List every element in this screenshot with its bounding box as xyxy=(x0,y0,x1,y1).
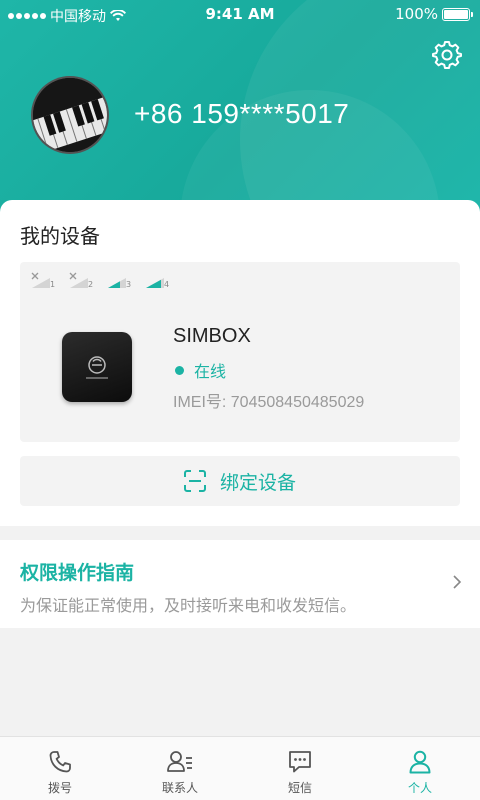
simbox-device-image xyxy=(62,332,132,402)
my-devices-card: 我的设备 1 2 3 4 SIMBOX 在线 IMEI号: 7045084504… xyxy=(0,200,480,526)
phone-number: +86 159****5017 xyxy=(134,98,350,129)
contacts-icon xyxy=(167,751,192,772)
device-name: SIMBOX xyxy=(173,325,251,347)
sim-slot-1-no-signal-icon: 1 xyxy=(30,272,56,290)
section-title: 我的设备 xyxy=(20,224,100,248)
tab-dial[interactable]: 拨号 xyxy=(0,737,120,800)
bind-device-button[interactable]: 绑定设备 xyxy=(20,456,460,506)
sim-slot-number: 2 xyxy=(88,280,94,289)
battery-percent: 100% xyxy=(395,5,438,23)
profile-header: 中国移动 9:41 AM 100% +86 159****5017 xyxy=(0,0,480,230)
device-panel[interactable]: 1 2 3 4 SIMBOX 在线 IMEI号: 704508450485029 xyxy=(20,262,460,442)
gear-icon xyxy=(432,41,462,69)
device-status: 在线 xyxy=(175,358,226,382)
sim-slot-3-signal-icon: 3 xyxy=(106,272,132,290)
phone-icon xyxy=(49,751,71,773)
piano-keys-image xyxy=(33,78,107,152)
sim-slot-number: 3 xyxy=(126,280,132,289)
tab-profile[interactable]: 个人 xyxy=(360,737,480,800)
battery-icon xyxy=(442,7,473,21)
chevron-right-icon xyxy=(453,575,462,589)
person-icon xyxy=(409,750,431,774)
device-status-label: 在线 xyxy=(194,362,227,381)
permission-guide-row[interactable]: 权限操作指南 为保证能正常使用，及时接听来电和收发短信。 xyxy=(0,540,480,628)
tab-label: 个人 xyxy=(407,781,432,795)
settings-button[interactable] xyxy=(432,40,462,70)
message-icon xyxy=(289,751,311,773)
tab-messages[interactable]: 短信 xyxy=(240,737,360,800)
avatar[interactable] xyxy=(31,76,109,154)
sim-signal-row: 1 2 3 4 xyxy=(30,272,170,290)
sim-slot-4-signal-icon: 4 xyxy=(144,272,170,290)
tab-bar: 拨号 联系人 短信 个人 xyxy=(0,736,480,800)
sim-slot-number: 1 xyxy=(50,280,56,289)
online-dot-icon xyxy=(175,365,184,375)
scan-icon xyxy=(183,470,206,492)
tab-label: 联系人 xyxy=(161,781,198,795)
bind-device-label: 绑定设备 xyxy=(219,471,296,494)
permission-guide-title: 权限操作指南 xyxy=(20,562,135,584)
sim-slot-2-no-signal-icon: 2 xyxy=(68,272,94,290)
permission-guide-subtitle: 为保证能正常使用，及时接听来电和收发短信。 xyxy=(20,596,357,615)
device-imei: IMEI号: 704508450485029 xyxy=(173,394,365,411)
tab-contacts[interactable]: 联系人 xyxy=(120,737,240,800)
tab-label: 拨号 xyxy=(47,781,72,795)
status-bar: 中国移动 9:41 AM 100% xyxy=(0,0,480,28)
tab-label: 短信 xyxy=(287,781,312,795)
sim-slot-number: 4 xyxy=(164,280,170,289)
